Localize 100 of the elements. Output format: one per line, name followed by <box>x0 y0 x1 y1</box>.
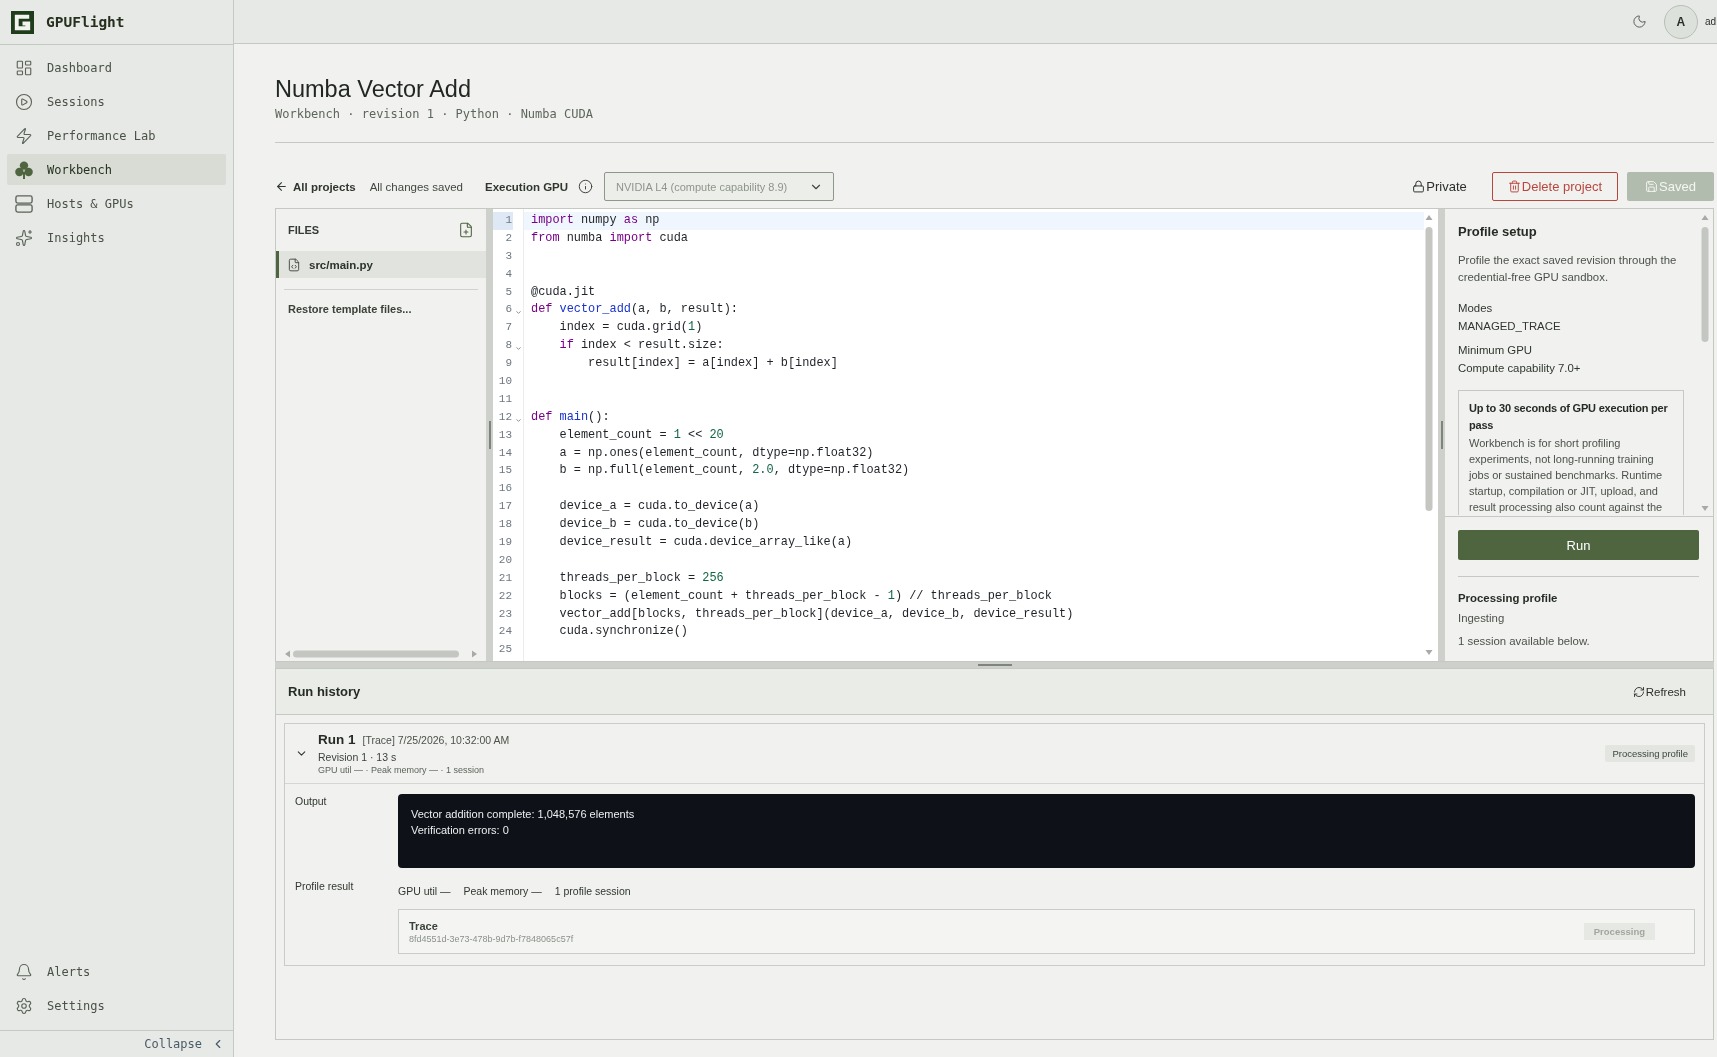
gpu-label: Execution GPU <box>485 180 569 193</box>
status-text: Ingesting <box>1458 611 1506 626</box>
line-number: 21 <box>497 570 513 586</box>
line-number: 17 <box>497 499 513 515</box>
profile-result-label: Profile result <box>295 879 355 894</box>
trash-icon <box>1507 180 1521 193</box>
avatar[interactable]: A <box>1663 4 1698 39</box>
code-line: device_b = cuda.to_device(b) <box>558 516 761 534</box>
restore-templates-link[interactable]: Restore template files... <box>288 302 412 316</box>
collapse-button[interactable]: Collapse <box>144 1037 225 1051</box>
line-number: 12 <box>497 409 513 425</box>
fold-caret-icon[interactable] <box>514 345 522 353</box>
file-item[interactable]: src/main.py <box>276 251 486 278</box>
refresh-button[interactable]: Refresh <box>1632 685 1686 698</box>
moon-icon[interactable] <box>1631 14 1647 29</box>
status-detail: 1 session available below. <box>1458 634 1591 649</box>
code-line: from numba import cuda <box>530 229 689 247</box>
line-number: 19 <box>497 535 513 551</box>
line-number: 15 <box>497 463 513 479</box>
line-number: 10 <box>497 374 513 389</box>
bell-icon <box>15 962 33 981</box>
code-line: def main(): <box>530 408 611 426</box>
file-plus-icon[interactable] <box>458 222 474 238</box>
code-line: element_count = 1 << 20 <box>558 426 725 444</box>
code-line: cuda.synchronize() <box>558 623 689 641</box>
back-link[interactable]: All projects <box>275 180 356 193</box>
profile-stat: GPU util — <box>398 884 451 898</box>
arrow-left-icon <box>275 180 288 193</box>
profile-stat: Peak memory — <box>463 884 542 898</box>
nav-item[interactable]: Workbench <box>7 154 226 185</box>
notice-title: Up to 30 seconds of GPU execution per pass <box>1469 401 1669 433</box>
page-title: Numba Vector Add <box>275 75 472 104</box>
run-button[interactable]: Run <box>1458 530 1699 560</box>
fold-caret-icon[interactable] <box>514 309 522 317</box>
page-subtitle: Workbench · revision 1 · Python · Numba CUDA <box>275 106 594 122</box>
code-line: blocks = (element_count + threads_per_block - 1) // threads_per_block <box>558 587 1053 605</box>
console-line: Verification errors: 0 <box>411 823 510 838</box>
code-line: vector_add[blocks, threads_per_block](device_a, device_b, device_result) <box>558 605 1075 623</box>
line-number: 8 <box>504 338 513 354</box>
user-name: ad <box>1704 16 1716 27</box>
nav-item[interactable]: Performance Lab <box>7 120 226 151</box>
field-label: Minimum GPU <box>1458 343 1534 358</box>
output-label: Output <box>295 794 328 809</box>
visibility-toggle[interactable]: Private <box>1412 179 1467 194</box>
line-number: 6 <box>504 302 513 318</box>
panel-description: Profile the exact saved revision through the credential-free GPU sandbox. <box>1458 253 1678 285</box>
line-number: 18 <box>497 517 513 533</box>
lock-icon <box>1412 180 1426 193</box>
line-number: 4 <box>504 266 513 282</box>
profile-stat: 1 profile session <box>554 884 631 898</box>
field-label: Modes <box>1458 301 1494 316</box>
nav-item[interactable]: Sessions <box>7 86 226 117</box>
line-number: 7 <box>504 320 513 336</box>
info-icon[interactable] <box>578 179 594 194</box>
field-value: Compute capability 7.0+ <box>1458 361 1582 376</box>
code-line: def vector_add(a, b, result): <box>530 301 739 319</box>
code-line: device_a = cuda.to_device(a) <box>558 498 761 516</box>
code-line: b = np.full(element_count, 2.0, dtype=np.float32) <box>558 462 911 480</box>
nav-item[interactable]: Dashboard <box>7 52 226 83</box>
nav-item[interactable]: Alerts <box>7 956 226 987</box>
run-revision: Revision 1 · 13 s <box>318 750 398 764</box>
session-id: 8fd4551d-3e73-478b-9d7b-f7848065c57f <box>409 932 574 945</box>
code-line: threads_per_block = 256 <box>558 569 725 587</box>
fold-caret-icon[interactable] <box>514 416 522 424</box>
run-title: Run 1 <box>318 731 356 748</box>
status-title: Processing profile <box>1458 591 1559 606</box>
settings-icon <box>15 996 33 1015</box>
file-code-icon <box>287 257 301 272</box>
field-value: MANAGED_TRACE <box>1458 319 1562 334</box>
app-name: GPUFlight <box>46 14 125 30</box>
refresh-icon <box>1632 685 1645 698</box>
code-line: index = cuda.grid(1) <box>558 319 704 337</box>
session-card[interactable]: Trace 8fd4551d-3e73-478b-9d7b-f7848065c57f Processing <box>398 909 1695 954</box>
nav-item[interactable]: Insights <box>7 222 226 253</box>
logo-icon <box>11 10 34 34</box>
horizontal-scrollbar[interactable] <box>284 649 478 659</box>
line-number: 5 <box>504 284 513 300</box>
line-number: 24 <box>497 624 513 640</box>
line-number: 16 <box>497 481 513 497</box>
line-number: 11 <box>497 391 513 407</box>
code-line: if index < result.size: <box>558 337 725 355</box>
nav-item[interactable]: Settings <box>7 990 226 1021</box>
line-number: 1 <box>493 212 513 230</box>
status-badge: Processing <box>1583 923 1655 940</box>
nav-item[interactable]: Hosts & GPUs <box>7 188 226 219</box>
section-title: Run history <box>288 684 361 699</box>
console-line: Vector addition complete: 1,048,576 elements <box>411 807 636 822</box>
line-number: 2 <box>504 230 513 246</box>
line-number: 23 <box>497 606 513 622</box>
notice-text: Workbench is for short profiling experiments, not long-running training jobs or sustained benchmarks. Runtime startup, compilation or JIT, upload, and result processing also count against the <box>1469 436 1664 515</box>
play-circle-icon <box>15 92 33 111</box>
status-badge: Processing profile <box>1605 745 1695 762</box>
line-number: 20 <box>497 552 513 568</box>
clover-icon <box>15 160 33 179</box>
lightning-icon <box>15 126 33 145</box>
code-line: device_result = cuda.device_array_like(a) <box>558 534 854 552</box>
delete-project-button[interactable]: Delete project <box>1491 172 1618 201</box>
code-line: result[index] = a[index] + b[index] <box>587 355 839 373</box>
run-meta: [Trace] 7/25/2026, 10:32:00 AM <box>362 733 510 748</box>
layout-grid-icon <box>15 58 33 77</box>
